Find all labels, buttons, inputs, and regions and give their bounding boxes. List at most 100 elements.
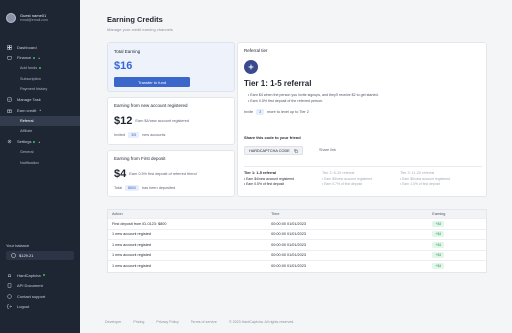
table-row: First deposit from ID-0123: $800 00:00:0… xyxy=(108,219,486,230)
user-profile[interactable]: Guest name01 email@email.com xyxy=(6,13,48,23)
sidebar-item-finance[interactable]: Finance ▴ xyxy=(0,53,80,64)
tier-badge-icon xyxy=(244,60,258,74)
sidebar-item-label: Settings xyxy=(17,139,32,145)
sidebar-item-general[interactable]: General xyxy=(0,147,80,158)
earning-badge: +$4 xyxy=(432,252,445,259)
first-deposit-amount: $4 xyxy=(114,168,127,180)
total-earning-label: Total Earning xyxy=(114,49,141,54)
sidebar-item-label: Finance xyxy=(17,55,32,61)
time-cell: 00:00:00 01/01/2023 xyxy=(271,253,306,258)
user-email: email@email.com xyxy=(20,18,48,22)
tier-benefit: • Earn 0.5% first deposit of the referre… xyxy=(248,98,323,103)
action-cell: First deposit from ID-0123: $800 xyxy=(112,221,167,226)
tier-item-title: Tier 1: 1-5 referral xyxy=(244,171,277,175)
referral-tier-card: Referral tier Tier 1: 1-5 referral • Ear… xyxy=(237,42,487,197)
earning-badge: +$4 xyxy=(432,220,445,227)
gift-icon xyxy=(7,109,12,113)
support-icon xyxy=(7,294,12,299)
gear-icon xyxy=(7,140,12,144)
referral-code-box[interactable]: HARDCAPTCHA CODE xyxy=(244,146,303,155)
sidebar-item-logout[interactable]: Logout xyxy=(0,302,80,313)
sidebar-item-label: General xyxy=(20,150,34,155)
balance-box[interactable]: $129.21 xyxy=(6,251,74,260)
earning-badge: +$4 xyxy=(432,231,445,238)
page-subtitle: Manage your credit earning channels xyxy=(107,27,173,32)
dashboard-icon xyxy=(7,45,12,50)
new-account-stat: $12 Earn $4/new account registered xyxy=(114,115,189,127)
main-content: Earning Credits Manage your credit earni… xyxy=(80,0,512,333)
tier-item-line: • Earn 0.7% of first deposit xyxy=(322,181,363,186)
referral-tier-header: Referral tier xyxy=(244,48,268,53)
chevron-up-icon: ▴ xyxy=(38,55,40,60)
footer: Developer Pricing Privacy Policy Terms o… xyxy=(105,320,306,324)
sidebar-item-label: API Document xyxy=(17,283,43,289)
referral-code: HARDCAPTCHA CODE xyxy=(249,148,290,153)
balance-section: Your balance $129.21 xyxy=(0,243,80,260)
new-account-earning-card: Earning from new account registered $12 … xyxy=(107,97,235,145)
first-deposit-desc: Earn 0.5% first deposit of referred frie… xyxy=(129,172,197,176)
transfer-to-fund-button[interactable]: Transfer to fund xyxy=(114,77,190,87)
total-earning-amount: $16 xyxy=(114,60,133,72)
sidebar-item-affiliate[interactable]: Affiliate xyxy=(0,126,80,137)
sidebar-item-add-funds[interactable]: Add funds xyxy=(0,63,80,74)
invited-suffix: new accounts xyxy=(142,133,166,137)
tier-item-line: • Earn 1.0% of first deposit xyxy=(400,181,441,186)
footer-copyright: © 2023 HardCaptcha. All rights reserved. xyxy=(228,320,295,324)
sidebar-item-label: Contact support xyxy=(17,293,46,299)
wallet-icon xyxy=(7,56,12,60)
sidebar-item-contact-support[interactable]: Contact support xyxy=(0,291,80,302)
balance-amount: $129.21 xyxy=(19,253,34,258)
sidebar-item-subscription[interactable]: Subscription xyxy=(0,74,80,85)
sidebar-item-earn-credit[interactable]: Earn credit ▴ xyxy=(0,105,80,116)
copy-icon[interactable] xyxy=(293,148,298,153)
chevron-up-icon: ▴ xyxy=(38,139,41,144)
action-cell: 1 new account registed xyxy=(112,264,152,269)
invite-suffix: more to level up to Tier 2 xyxy=(267,110,309,114)
invite-prefix: Invite xyxy=(244,110,254,114)
status-dot xyxy=(33,140,36,143)
footer-link-terms[interactable]: Terms of service xyxy=(191,320,217,324)
document-icon xyxy=(7,283,12,288)
tier-item-1[interactable]: Tier 1: 1-5 referral • Earn $4/new accou… xyxy=(244,171,322,186)
total-deposit-label: Total xyxy=(114,186,123,190)
sidebar-item-referral[interactable]: Referral xyxy=(0,115,80,126)
earning-badge: +$4 xyxy=(432,241,445,248)
sidebar-item-manage-task[interactable]: Manage Task xyxy=(0,95,80,106)
sidebar-item-notification[interactable]: Notification xyxy=(0,158,80,169)
sidebar-item-label: HardCaptcha xyxy=(17,272,41,278)
task-icon xyxy=(7,97,12,102)
sidebar-item-payment-history[interactable]: Payment history xyxy=(0,84,80,95)
sidebar-item-dashboard[interactable]: Dashboard xyxy=(0,42,80,53)
footer-link-privacy[interactable]: Privacy Policy xyxy=(156,320,178,324)
tier-item-line: • Earn 0.5% of first deposit xyxy=(244,181,285,186)
sidebar-item-label: Subscription xyxy=(20,76,41,81)
footer-link-developer[interactable]: Developer xyxy=(105,320,121,324)
sidebar: Guest name01 email@email.com Dashboard F… xyxy=(0,0,80,333)
tier-item-2[interactable]: Tier 2: 6-10 referral • Earn $5/new acco… xyxy=(322,171,400,186)
sidebar-item-api-document[interactable]: API Document xyxy=(0,281,80,292)
footer-link-pricing[interactable]: Pricing xyxy=(133,320,144,324)
tier-title: Tier 1: 1-5 referral xyxy=(244,79,312,88)
share-link-button[interactable]: Share link xyxy=(319,148,336,152)
sidebar-item-label: Earn credit xyxy=(17,107,37,113)
sidebar-item-hardcaptcha[interactable]: HardCaptcha xyxy=(0,270,80,281)
status-dot xyxy=(39,67,42,70)
sidebar-item-label: Manage Task xyxy=(17,97,41,103)
status-dot xyxy=(42,274,45,277)
tier-item-title: Tier 3: 11-20 referral xyxy=(400,171,435,175)
tier-item-title: Tier 2: 6-10 referral xyxy=(322,171,355,175)
time-cell: 00:00:00 01/01/2023 xyxy=(271,232,306,237)
action-cell: 1 new account registed xyxy=(112,232,152,237)
share-code-label: Share this code to your friend xyxy=(244,135,301,140)
new-account-title: Earning from new account registered xyxy=(114,103,188,108)
action-cell: 1 new account registed xyxy=(112,253,152,258)
table-row: 1 new account registed 00:00:00 01/01/20… xyxy=(108,230,486,240)
sidebar-item-settings[interactable]: Settings ▴ xyxy=(0,137,80,148)
sidebar-item-label: Add funds xyxy=(20,66,38,71)
sidebar-item-label: Referral xyxy=(20,118,34,123)
earning-badge: +$4 xyxy=(432,263,445,270)
tier-item-3[interactable]: Tier 3: 11-20 referral • Earn $6/new acc… xyxy=(400,171,478,186)
user-text: Guest name01 email@email.com xyxy=(20,13,48,23)
first-deposit-title: Earning from First deposit xyxy=(114,156,166,161)
invited-label: Invited xyxy=(114,133,126,137)
